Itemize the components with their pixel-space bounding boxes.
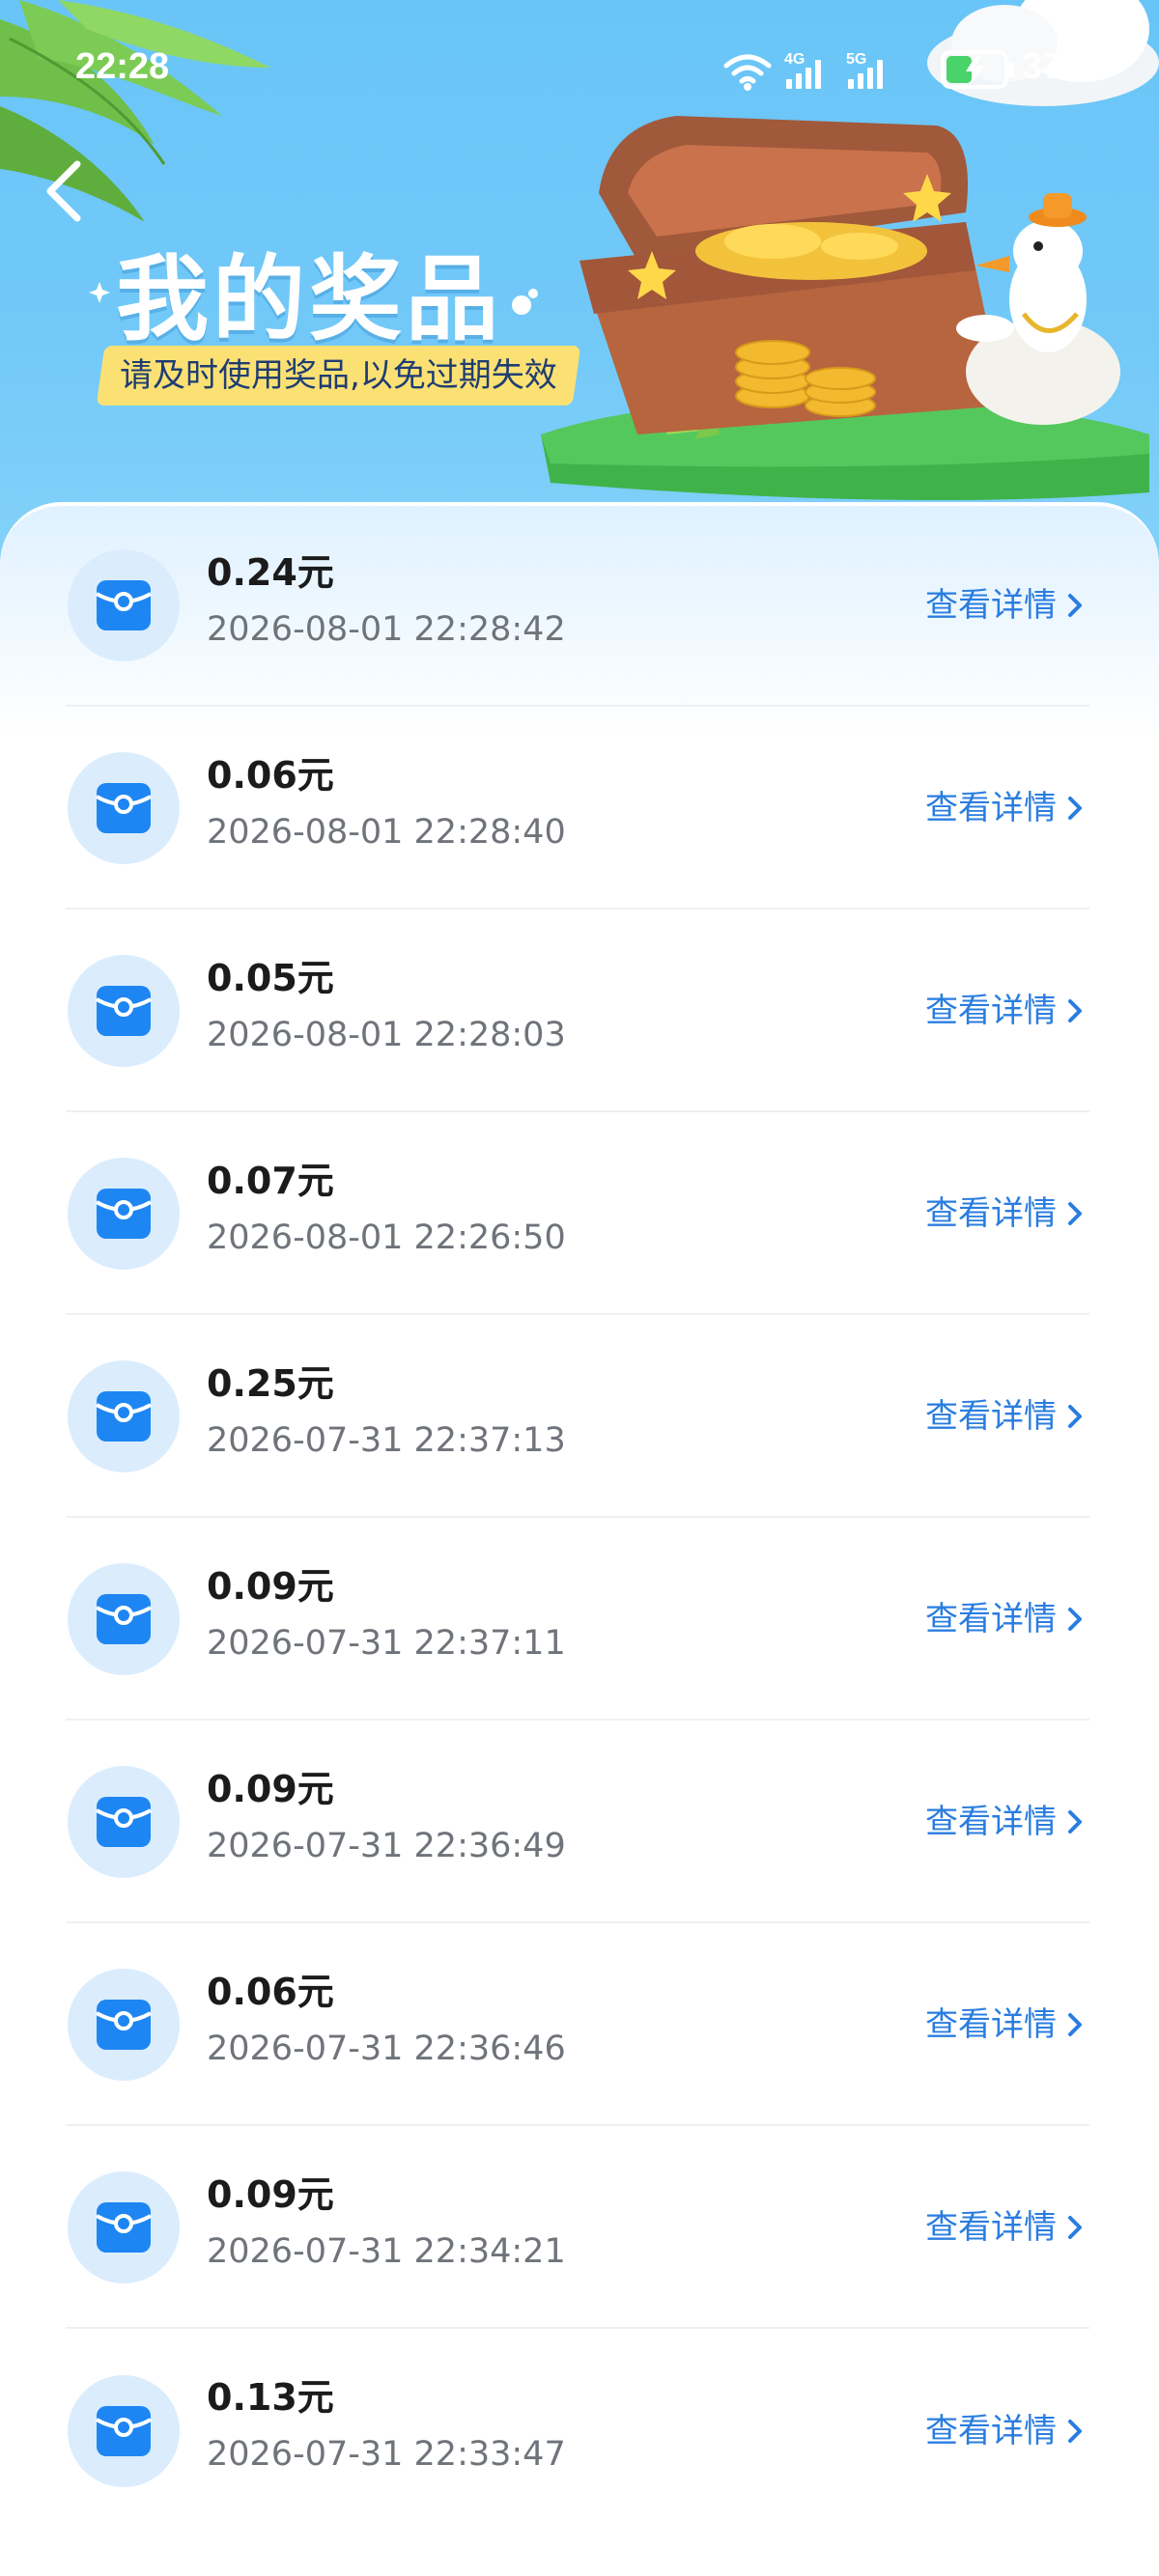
prize-date: 2026-07-31 22:37:13	[207, 1421, 566, 1460]
prize-icon-badge	[68, 1158, 180, 1270]
prize-row[interactable]: 0.13元 2026-07-31 22:33:47 查看详情	[66, 2331, 1089, 2532]
view-detail-link[interactable]: 查看详情	[925, 787, 1084, 829]
prize-icon-badge	[68, 2171, 180, 2283]
prize-date: 2026-07-31 22:34:21	[207, 2232, 566, 2271]
red-packet-icon	[96, 2406, 152, 2456]
view-detail-label: 查看详情	[925, 1600, 1057, 1638]
sparkle-icon	[89, 282, 110, 303]
prize-date: 2026-07-31 22:36:46	[207, 2030, 566, 2068]
chevron-right-icon	[1068, 797, 1082, 820]
view-detail-link[interactable]: 查看详情	[925, 1598, 1084, 1640]
prize-row[interactable]: 0.24元 2026-08-01 22:28:42 查看详情	[66, 506, 1089, 707]
chevron-right-icon	[1068, 2420, 1082, 2443]
prize-icon-badge	[68, 1563, 180, 1675]
prize-date: 2026-08-01 22:28:03	[207, 1016, 566, 1054]
view-detail-label: 查看详情	[925, 2208, 1057, 2247]
prize-row[interactable]: 0.09元 2026-07-31 22:37:11 查看详情	[66, 1520, 1089, 1721]
view-detail-label: 查看详情	[925, 789, 1057, 827]
red-packet-icon	[96, 580, 152, 630]
svg-text:4G: 4G	[784, 51, 805, 68]
prize-row[interactable]: 0.06元 2026-08-01 22:28:40 查看详情	[66, 709, 1089, 910]
prize-row[interactable]: 0.05元 2026-08-01 22:28:03 查看详情	[66, 911, 1089, 1112]
prize-amount: 0.07元	[207, 1160, 334, 1202]
prize-icon-badge	[68, 549, 180, 661]
view-detail-label: 查看详情	[925, 1397, 1057, 1436]
red-packet-icon	[96, 1391, 152, 1442]
prize-date: 2026-08-01 22:28:40	[207, 813, 566, 852]
prize-row[interactable]: 0.25元 2026-07-31 22:37:13 查看详情	[66, 1317, 1089, 1518]
prize-amount: 0.06元	[207, 754, 334, 797]
view-detail-label: 查看详情	[925, 992, 1057, 1030]
red-packet-icon	[96, 2202, 152, 2253]
battery-icon	[941, 50, 1014, 89]
red-packet-icon	[96, 783, 152, 833]
prize-icon-badge	[68, 1360, 180, 1472]
view-detail-label: 查看详情	[925, 1803, 1057, 1841]
prize-icon-badge	[68, 2375, 180, 2487]
red-packet-icon	[96, 986, 152, 1036]
view-detail-link[interactable]: 查看详情	[925, 1395, 1084, 1438]
prize-amount: 0.09元	[207, 1565, 334, 1608]
chevron-right-icon	[1068, 2216, 1082, 2239]
page-title: 我的奖品	[116, 245, 502, 353]
hero-banner: 22:28 4G 5G 37% 我的奖品 请及时使用奖品,以免过期失效	[0, 0, 1159, 560]
chevron-right-icon	[1068, 594, 1082, 617]
prize-date: 2026-07-31 22:33:47	[207, 2435, 566, 2474]
prize-row[interactable]: 0.06元 2026-07-31 22:36:46 查看详情	[66, 1925, 1089, 2126]
chevron-right-icon	[1068, 999, 1082, 1022]
treasure-chest-illustration	[541, 116, 1149, 500]
prize-amount: 0.06元	[207, 1971, 334, 2013]
prize-list: 0.24元 2026-08-01 22:28:42 查看详情 0.06元 2026-08…	[0, 502, 1159, 2576]
prize-amount: 0.05元	[207, 957, 334, 999]
chevron-left-icon	[46, 160, 81, 222]
prize-icon-badge	[68, 1969, 180, 2081]
view-detail-link[interactable]: 查看详情	[925, 2206, 1084, 2249]
view-detail-link[interactable]: 查看详情	[925, 584, 1084, 627]
view-detail-link[interactable]: 查看详情	[925, 990, 1084, 1032]
status-bar: 22:28 4G 5G 37%	[0, 39, 1159, 97]
prize-icon-badge	[68, 955, 180, 1067]
red-packet-icon	[96, 1189, 152, 1239]
chevron-right-icon	[1068, 2013, 1082, 2036]
status-time: 22:28	[75, 46, 170, 87]
battery-percent: 37%	[1022, 46, 1096, 87]
view-detail-link[interactable]: 查看详情	[925, 1801, 1084, 1843]
view-detail-label: 查看详情	[925, 2412, 1057, 2450]
prize-amount: 0.25元	[207, 1362, 334, 1405]
prize-icon-badge	[68, 1766, 180, 1878]
back-button[interactable]	[37, 153, 95, 230]
view-detail-link[interactable]: 查看详情	[925, 1192, 1084, 1235]
prize-amount: 0.24元	[207, 551, 334, 594]
view-detail-label: 查看详情	[925, 586, 1057, 625]
red-packet-icon	[96, 1797, 152, 1847]
wifi-icon	[723, 54, 772, 84]
red-packet-icon	[96, 1594, 152, 1644]
view-detail-link[interactable]: 查看详情	[925, 2003, 1084, 2046]
prize-amount: 0.09元	[207, 2173, 334, 2216]
chevron-right-icon	[1068, 1405, 1082, 1428]
prize-date: 2026-07-31 22:36:49	[207, 1827, 566, 1865]
prize-date: 2026-07-31 22:37:11	[207, 1624, 566, 1663]
prize-row[interactable]: 0.09元 2026-07-31 22:34:21 查看详情	[66, 2128, 1089, 2329]
prize-icon-badge	[68, 752, 180, 864]
prize-row[interactable]: 0.09元 2026-07-31 22:36:49 查看详情	[66, 1722, 1089, 1923]
prize-date: 2026-08-01 22:26:50	[207, 1218, 566, 1257]
svg-text:5G: 5G	[846, 51, 866, 68]
chevron-right-icon	[1068, 1202, 1082, 1225]
prize-date: 2026-08-01 22:28:42	[207, 610, 566, 649]
view-detail-label: 查看详情	[925, 1194, 1057, 1233]
prize-amount: 0.09元	[207, 1768, 334, 1810]
view-detail-link[interactable]: 查看详情	[925, 2410, 1084, 2452]
prize-row[interactable]: 0.07元 2026-08-01 22:26:50 查看详情	[66, 1114, 1089, 1315]
chevron-right-icon	[1068, 1608, 1082, 1631]
chevron-right-icon	[1068, 1810, 1082, 1834]
red-packet-icon	[96, 2000, 152, 2050]
view-detail-label: 查看详情	[925, 2005, 1057, 2044]
prize-amount: 0.13元	[207, 2376, 334, 2419]
page-subtitle: 请及时使用奖品,以免过期失效	[96, 346, 581, 406]
